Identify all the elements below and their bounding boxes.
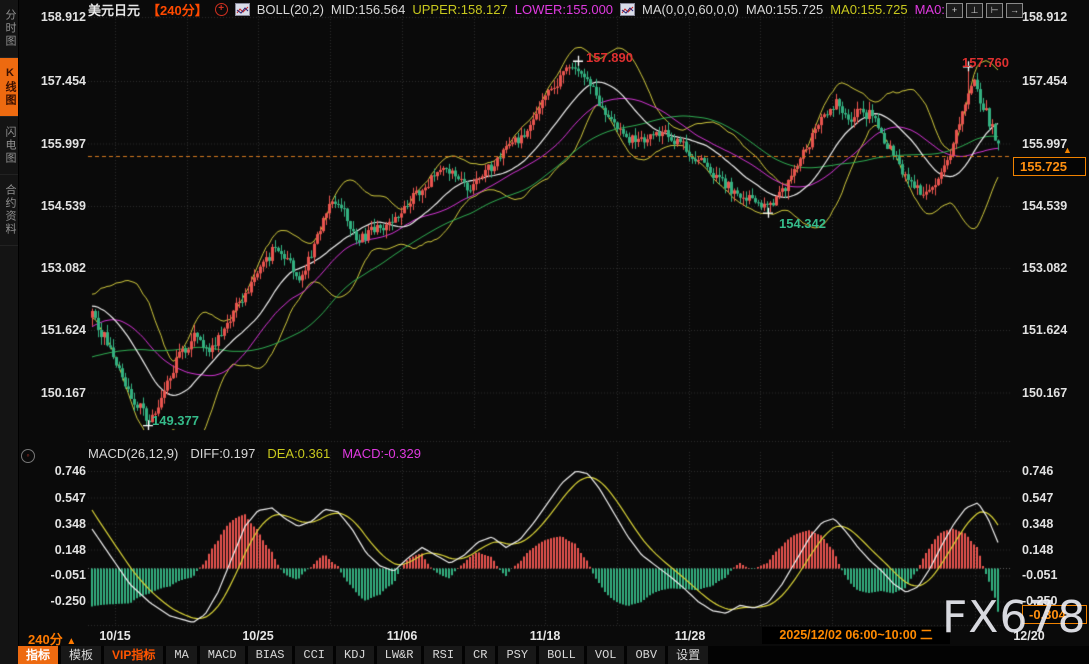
macd-axis-label-right: -0.051	[1022, 568, 1078, 582]
boll-mid-value: MID:156.564	[331, 2, 405, 17]
sidebar-tab-kline[interactable]: K线图	[0, 58, 18, 117]
y-axis-label: 154.539	[30, 199, 86, 213]
boll-label: BOLL(20,2)	[257, 2, 324, 17]
add-indicator-icon[interactable]: +	[215, 3, 228, 16]
toolbar-tab-macd[interactable]: MACD	[200, 646, 245, 664]
toolbar-tab-indicators[interactable]: 指标	[18, 646, 58, 664]
boll-indicator-icon[interactable]	[235, 3, 250, 16]
macd-last-tag: -0.304	[1022, 605, 1087, 624]
chart-header: 美元日元 【240分】 + BOLL(20,2) MID:156.564 UPP…	[88, 2, 952, 17]
toolbar-tab-vip-indicators[interactable]: VIP指标	[104, 646, 163, 664]
macd-header: MACD(26,12,9) DIFF:0.197 DEA:0.361 MACD:…	[88, 446, 421, 461]
y-axis-label: 153.082	[30, 261, 86, 275]
period-label[interactable]: 【240分】	[147, 0, 208, 19]
y-axis-label: 158.912	[30, 10, 86, 24]
toolbar-tab-lwr[interactable]: LW&R	[377, 646, 422, 664]
y-axis-label: 150.167	[30, 386, 86, 400]
toolbar-tab-vol[interactable]: VOL	[587, 646, 625, 664]
toolbar-tab-ma[interactable]: MA	[166, 646, 196, 664]
toolbar-tab-bias[interactable]: BIAS	[248, 646, 293, 664]
macd-axis-label-right: 0.547	[1022, 491, 1078, 505]
y-axis-label-right: 153.082	[1022, 261, 1078, 275]
sidebar-tab-contract-info[interactable]: 合约资料	[0, 175, 18, 246]
y-axis-label: 157.454	[30, 74, 86, 88]
start-low-price-label: 149.377	[152, 413, 199, 428]
sidebar: 分时图 K线图 闪电图 合约资料	[0, 0, 19, 664]
axis-left-icon[interactable]: ⊥	[966, 3, 983, 18]
last-price-tag: 155.725	[1013, 157, 1086, 176]
peak-price-label: 157.890	[586, 50, 633, 65]
macd-axis-label: 0.148	[30, 543, 86, 557]
ma-indicator-icon[interactable]	[620, 3, 635, 16]
ma0-value-white: MA0:155.725	[746, 2, 823, 17]
x-axis-label: 12/20	[1013, 629, 1044, 643]
toolbar-tab-psy[interactable]: PSY	[498, 646, 536, 664]
toolbar-tab-settings[interactable]: 设置	[668, 646, 708, 664]
ma-params-label: MA(0,0,0,60,0,0)	[642, 2, 739, 17]
macd-axis-label-right: 0.746	[1022, 464, 1078, 478]
y-axis-label-right: 154.539	[1022, 199, 1078, 213]
macd-dea-value: DEA:0.361	[267, 446, 330, 461]
price-tag-arrow-icon: ▲	[1063, 145, 1072, 155]
current-bar-datetime: 2025/12/02 06:00~10:00 二	[762, 627, 950, 644]
toolbar-tab-obv[interactable]: OBV	[627, 646, 665, 664]
x-axis-label: 10/25	[242, 629, 273, 643]
ma0-value-yellow: MA0:155.725	[830, 2, 907, 17]
toolbar-tab-kdj[interactable]: KDJ	[336, 646, 374, 664]
y-axis-label-right: 158.912	[1022, 10, 1078, 24]
symbol-name: 美元日元	[88, 0, 140, 19]
pan-icon[interactable]: +	[946, 3, 963, 18]
y-axis-label: 151.624	[30, 323, 86, 337]
swing-low-price-label: 154.342	[779, 216, 826, 231]
macd-axis-label: 0.348	[30, 517, 86, 531]
macd-axis-label: 0.746	[30, 464, 86, 478]
toolbar-tab-cci[interactable]: CCI	[295, 646, 333, 664]
macd-axis-label: -0.250	[30, 594, 86, 608]
trading-terminal: 分时图 K线图 闪电图 合约资料 ◦ 美元日元 【240分】 + BOLL(20…	[0, 0, 1089, 664]
recent-peak-price-label: 157.760	[962, 55, 1009, 70]
toolbar-tab-boll[interactable]: BOLL	[539, 646, 584, 664]
indicator-toolbar: 指标 模板 VIP指标 MA MACD BIAS CCI KDJ LW&R RS…	[18, 646, 1089, 664]
y-axis-label-right: 151.624	[1022, 323, 1078, 337]
macd-axis-label: 0.547	[30, 491, 86, 505]
macd-axis-label: -0.051	[30, 568, 86, 582]
x-axis-label: 10/15	[99, 629, 130, 643]
price-macd-chart[interactable]	[0, 0, 1089, 664]
y-axis-label-right: 150.167	[1022, 386, 1078, 400]
macd-hist-value: MACD:-0.329	[342, 446, 421, 461]
macd-diff-value: DIFF:0.197	[190, 446, 255, 461]
toolbar-tab-templates[interactable]: 模板	[61, 646, 101, 664]
chart-tool-icons: + ⊥ ⊢ →	[946, 3, 1023, 18]
x-axis-label: 11/28	[675, 629, 706, 643]
x-axis-label: 11/18	[530, 629, 561, 643]
macd-params-label: MACD(26,12,9)	[88, 446, 178, 461]
y-axis-label: 155.997	[30, 137, 86, 151]
x-axis-label: 11/06	[387, 629, 418, 643]
toolbar-tab-rsi[interactable]: RSI	[424, 646, 462, 664]
sidebar-tab-timeline[interactable]: 分时图	[0, 0, 18, 58]
toolbar-tab-cr[interactable]: CR	[465, 646, 495, 664]
boll-upper-value: UPPER:158.127	[412, 2, 507, 17]
macd-axis-label-right: 0.348	[1022, 517, 1078, 531]
y-axis-label-right: 157.454	[1022, 74, 1078, 88]
pane-toggle-icon[interactable]: ◦	[21, 449, 35, 463]
sidebar-tab-lightning[interactable]: 闪电图	[0, 117, 18, 175]
export-icon[interactable]: →	[1006, 3, 1023, 18]
macd-axis-label-right: 0.148	[1022, 543, 1078, 557]
boll-lower-value: LOWER:155.000	[515, 2, 613, 17]
axis-right-icon[interactable]: ⊢	[986, 3, 1003, 18]
